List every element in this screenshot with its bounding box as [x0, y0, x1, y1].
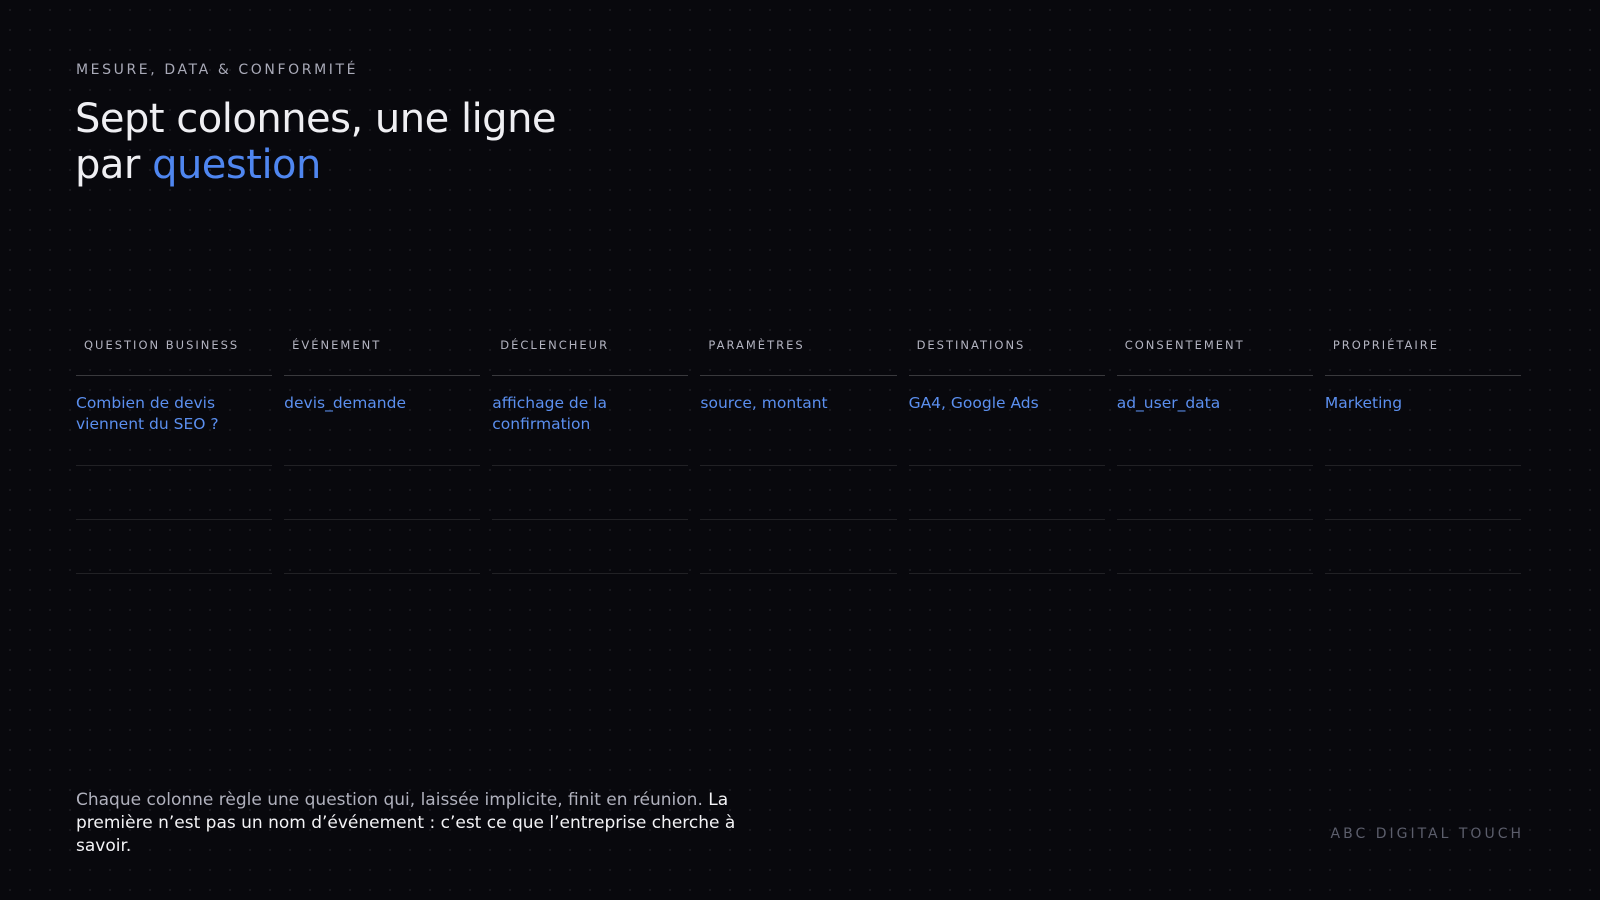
table-cell: Marketing — [1324, 376, 1521, 466]
title-line-1: Sept colonnes, une ligne — [75, 96, 557, 142]
empty-cell — [1116, 520, 1313, 574]
table-cell: ad_user_data — [1116, 376, 1313, 466]
brand-signature: ABC DIGITAL TOUCH — [1330, 826, 1524, 842]
empty-cell — [1324, 466, 1521, 520]
column-parametres: PARAMÈTRES source, montant — [700, 323, 897, 574]
empty-cell — [492, 520, 689, 574]
column-header: DÉCLENCHEUR — [492, 323, 689, 376]
table-cell: source, montant — [700, 376, 897, 466]
empty-cell — [76, 520, 273, 574]
empty-cell — [492, 466, 689, 520]
column-proprietaire: PROPRIÉTAIRE Marketing — [1324, 323, 1521, 574]
table-cell: devis_demande — [284, 376, 481, 466]
empty-cell — [1116, 466, 1313, 520]
table-cell: Combien de devis viennent du SEO ? — [76, 376, 273, 466]
empty-cell — [908, 466, 1105, 520]
empty-cell — [700, 466, 897, 520]
column-header: PARAMÈTRES — [700, 323, 897, 376]
column-header: ÉVÉNEMENT — [284, 323, 481, 376]
empty-cell — [284, 520, 481, 574]
empty-cell — [1324, 520, 1521, 574]
empty-cell — [76, 466, 273, 520]
page-title: Sept colonnes, une ligne par question — [75, 96, 557, 188]
title-accent-word: question — [152, 142, 321, 188]
column-question-business: QUESTION BUSINESS Combien de devis vienn… — [76, 323, 273, 574]
column-destinations: DESTINATIONS GA4, Google Ads — [908, 323, 1105, 574]
column-consentement: CONSENTEMENT ad_user_data — [1116, 323, 1313, 574]
empty-cell — [700, 520, 897, 574]
footer-caption-regular: Chaque colonne règle une question qui, l… — [76, 790, 709, 810]
footer-caption: Chaque colonne règle une question qui, l… — [76, 789, 776, 858]
column-declencheur: DÉCLENCHEUR affichage de la confirmation — [492, 323, 689, 574]
empty-cell — [284, 466, 481, 520]
column-header: CONSENTEMENT — [1116, 323, 1313, 376]
column-header: QUESTION BUSINESS — [76, 323, 273, 376]
empty-cell — [908, 520, 1105, 574]
table-cell: affichage de la confirmation — [492, 376, 689, 466]
tracking-plan-table: QUESTION BUSINESS Combien de devis vienn… — [76, 323, 1521, 574]
table-cell: GA4, Google Ads — [908, 376, 1105, 466]
section-eyebrow: MESURE, DATA & CONFORMITÉ — [76, 62, 359, 78]
column-header: DESTINATIONS — [908, 323, 1105, 376]
column-evenement: ÉVÉNEMENT devis_demande — [284, 323, 481, 574]
column-header: PROPRIÉTAIRE — [1324, 323, 1521, 376]
title-line-2-prefix: par — [75, 142, 153, 188]
